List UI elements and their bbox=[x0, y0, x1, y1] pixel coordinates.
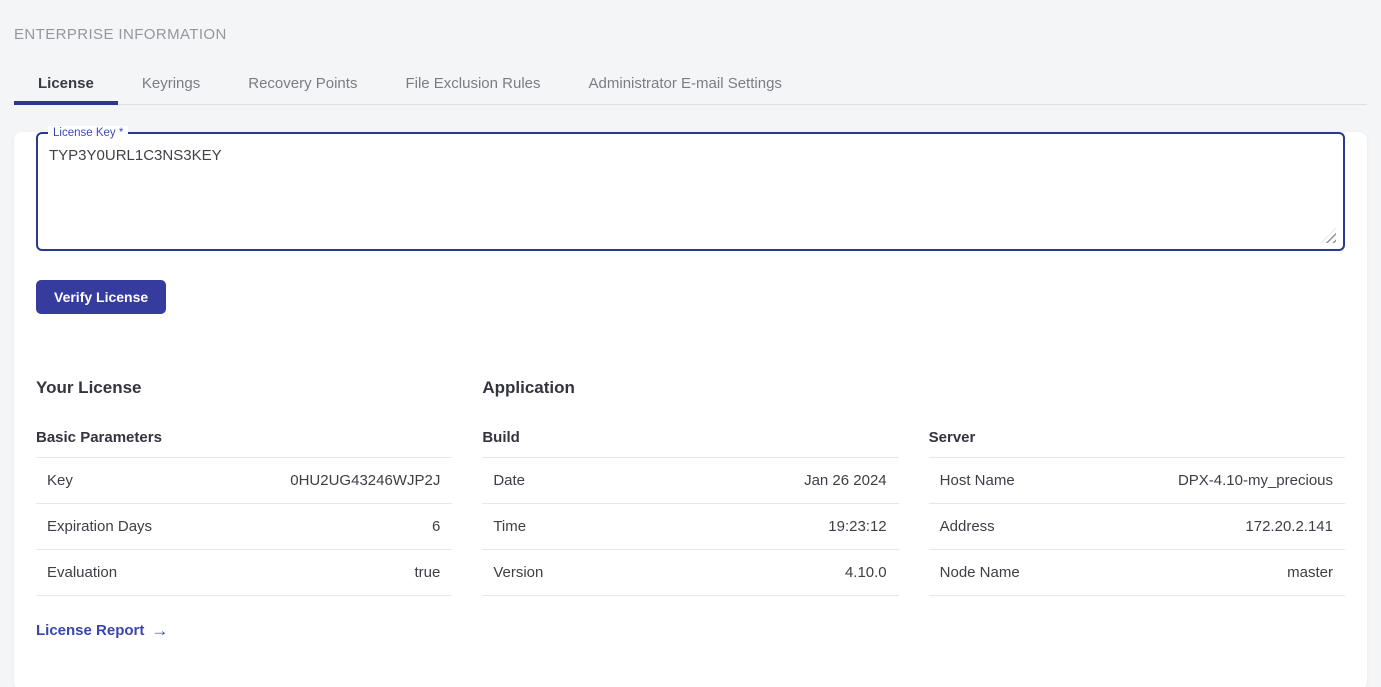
verify-license-button[interactable]: Verify License bbox=[36, 280, 166, 314]
row-label: Key bbox=[36, 472, 73, 489]
application-heading: Application bbox=[482, 379, 898, 396]
row-label: Host Name bbox=[929, 472, 1015, 489]
row-value: DPX-4.10-my_precious bbox=[1178, 472, 1345, 489]
table-row: Address 172.20.2.141 bbox=[929, 504, 1345, 550]
table-row: Version 4.10.0 bbox=[482, 550, 898, 596]
tab-bar: License Keyrings Recovery Points File Ex… bbox=[14, 63, 1367, 105]
table-row: Host Name DPX-4.10-my_precious bbox=[929, 458, 1345, 504]
application-server-panel: Server Host Name DPX-4.10-my_precious Ad… bbox=[929, 379, 1345, 640]
license-key-field-outline: License Key * TYP3Y0URL1C3NS3KEY bbox=[36, 132, 1345, 251]
row-label: Evaluation bbox=[36, 564, 117, 581]
tab-license[interactable]: License bbox=[14, 63, 118, 104]
row-value: 19:23:12 bbox=[828, 518, 898, 535]
row-label: Date bbox=[482, 472, 525, 489]
arrow-right-icon: → bbox=[151, 623, 168, 638]
basic-parameters-subheading: Basic Parameters bbox=[36, 429, 452, 458]
your-license-panel: Your License Basic Parameters Key 0HU2UG… bbox=[36, 379, 452, 640]
row-label: Expiration Days bbox=[36, 518, 152, 535]
tab-keyrings[interactable]: Keyrings bbox=[118, 63, 224, 104]
tab-administrator-email-settings[interactable]: Administrator E-mail Settings bbox=[565, 63, 806, 104]
build-subheading: Build bbox=[482, 429, 898, 458]
row-value: master bbox=[1287, 564, 1345, 581]
row-value: 0HU2UG43246WJP2J bbox=[290, 472, 452, 489]
application-build-panel: Application Build Date Jan 26 2024 Time … bbox=[482, 379, 898, 640]
your-license-heading: Your License bbox=[36, 379, 452, 396]
row-label: Version bbox=[482, 564, 543, 581]
tab-file-exclusion-rules[interactable]: File Exclusion Rules bbox=[381, 63, 564, 104]
license-report-link-label: License Report bbox=[36, 622, 144, 639]
table-row: Date Jan 26 2024 bbox=[482, 458, 898, 504]
row-label: Address bbox=[929, 518, 995, 535]
row-value: 172.20.2.141 bbox=[1245, 518, 1345, 535]
page-title: ENTERPRISE INFORMATION bbox=[14, 0, 1367, 43]
row-label: Node Name bbox=[929, 564, 1020, 581]
server-panel-heading-spacer bbox=[929, 379, 1345, 396]
row-value: 4.10.0 bbox=[845, 564, 899, 581]
server-subheading: Server bbox=[929, 429, 1345, 458]
info-panels: Your License Basic Parameters Key 0HU2UG… bbox=[36, 379, 1345, 640]
license-key-field-label: License Key * bbox=[48, 126, 128, 140]
row-label: Time bbox=[482, 518, 526, 535]
row-value: true bbox=[414, 564, 452, 581]
row-value: Jan 26 2024 bbox=[804, 472, 899, 489]
enterprise-information-page: ENTERPRISE INFORMATION License Keyrings … bbox=[0, 0, 1381, 687]
tab-recovery-points[interactable]: Recovery Points bbox=[224, 63, 381, 104]
license-card: License Key * TYP3Y0URL1C3NS3KEY Verify … bbox=[14, 132, 1367, 687]
row-value: 6 bbox=[432, 518, 452, 535]
table-row: Expiration Days 6 bbox=[36, 504, 452, 550]
license-key-input[interactable]: TYP3Y0URL1C3NS3KEY bbox=[38, 134, 1343, 249]
table-row: Node Name master bbox=[929, 550, 1345, 596]
license-report-link[interactable]: License Report → bbox=[36, 622, 168, 639]
table-row: Key 0HU2UG43246WJP2J bbox=[36, 458, 452, 504]
table-row: Time 19:23:12 bbox=[482, 504, 898, 550]
table-row: Evaluation true bbox=[36, 550, 452, 596]
